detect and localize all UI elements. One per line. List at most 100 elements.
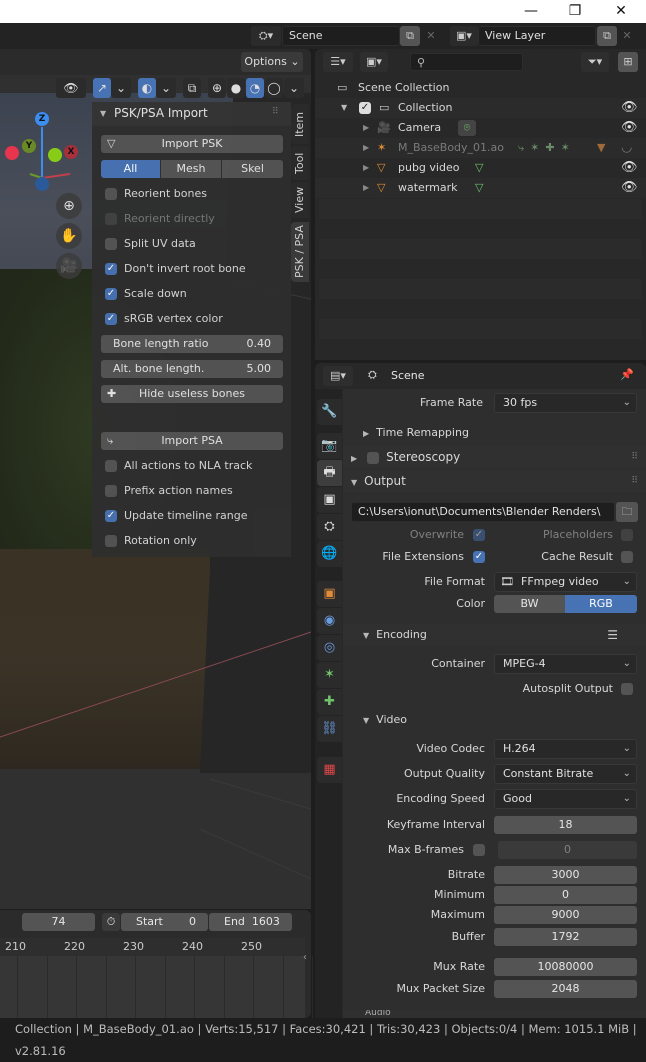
psa-option-row[interactable]: All actions to NLA track (101, 456, 283, 476)
tab-render[interactable]: 📷 (317, 433, 342, 459)
axis-neg-y-button[interactable] (48, 148, 62, 162)
overlay-toggle[interactable]: ◐ (138, 78, 156, 98)
tab-texture[interactable]: ▦ (317, 757, 342, 783)
expand-triangle-icon[interactable]: ▶ (363, 158, 369, 178)
outliner-search-input[interactable]: ⚲ (410, 53, 523, 71)
video-mux_packet-field[interactable]: 2048 (494, 980, 637, 998)
visibility-dropdown[interactable]: 👁 (56, 78, 86, 98)
scene-collection-row[interactable]: ▭ Scene Collection (315, 78, 646, 98)
import-psk-button[interactable]: ▽ Import PSK (101, 135, 283, 153)
stereoscopy-section[interactable]: ▶ Stereoscopy ⠿ (343, 446, 646, 468)
video-bframes-field[interactable]: 0 (498, 841, 637, 859)
delete-view-layer-button[interactable]: ✕ (618, 26, 636, 46)
mesh-data-icon[interactable]: ▽ (475, 158, 483, 178)
eye-icon[interactable]: 👁 (621, 98, 638, 118)
frame-rate-dropdown[interactable]: 30 fps ⌄ (494, 393, 637, 413)
display-mode-dropdown[interactable]: ☰▾ (323, 52, 353, 72)
color-rgb-option[interactable]: RGB (565, 595, 637, 613)
checkbox[interactable] (105, 485, 117, 497)
options-dropdown[interactable]: Options ⌄ (241, 52, 303, 72)
expand-triangle-icon[interactable]: ▶ (363, 138, 369, 158)
overwrite-checkbox[interactable]: ✓ (473, 529, 485, 541)
checkbox[interactable] (105, 238, 117, 250)
zoom-view-button[interactable]: ⊕ (56, 193, 82, 219)
material-shading[interactable]: ◔ (246, 78, 264, 98)
scene-selector-button[interactable]: ⛭▾ (251, 26, 281, 46)
eye-closed-icon[interactable]: ◡ (621, 138, 632, 158)
scene-name-field[interactable]: Scene (282, 26, 400, 46)
bone-length-ratio-field[interactable]: Bone length ratio 0.40 (101, 335, 283, 353)
tab-physics[interactable]: ◎ (317, 635, 342, 661)
camera-view-button[interactable]: 🎥 (56, 253, 82, 279)
eye-icon[interactable]: 👁 (621, 158, 638, 178)
video-quality-dropdown[interactable]: Constant Bitrate ⌄ (494, 764, 637, 784)
browse-folder-button[interactable]: 🗀 (616, 502, 638, 522)
collapse-arrow-icon[interactable]: ‹ (303, 952, 307, 963)
import-psa-button[interactable]: ⤷ Import PSA (101, 432, 283, 450)
eye-icon[interactable]: 👁 (621, 118, 638, 138)
video-bitrate-field[interactable]: 3000 (494, 866, 637, 884)
color-bw-option[interactable]: BW (494, 595, 565, 613)
tab-object-data-armature[interactable]: ✶ (317, 662, 342, 688)
panel-header[interactable]: ▼ PSK/PSA Import ⠿ (92, 102, 291, 126)
psk-option-row[interactable]: Reorient bones (101, 184, 283, 204)
exclude-checkbox[interactable]: ✓ (359, 102, 371, 114)
segment-mesh[interactable]: Mesh (161, 160, 221, 178)
tab-modifiers[interactable]: ◉ (317, 608, 342, 634)
axis-neg-z-button[interactable] (35, 177, 49, 191)
time-remapping-section[interactable]: ▶ Time Remapping (363, 422, 643, 444)
stopwatch-button[interactable]: ⏱ (102, 913, 120, 931)
outliner-item[interactable]: ▶ ▽ watermark ▽ 👁 (315, 178, 646, 198)
psk-option-row[interactable]: Split UV data (101, 234, 283, 254)
segment-all[interactable]: All (101, 160, 160, 178)
stereoscopy-checkbox[interactable] (366, 452, 379, 464)
outliner-item[interactable]: ▶ ▽ pubg video ▽ 👁 (315, 158, 646, 178)
container-dropdown[interactable]: MPEG-4 ⌄ (494, 654, 637, 674)
axis-neg-x-button[interactable] (5, 146, 19, 160)
video-buffer-field[interactable]: 1792 (494, 928, 637, 946)
armature-data-icons[interactable]: ⤷✶✚✶ (518, 138, 576, 158)
view-layer-filter-dropdown[interactable]: ▣▾ (360, 52, 388, 72)
solid-shading[interactable]: ● (227, 78, 245, 98)
close-button[interactable]: ✕ (598, 0, 644, 23)
alt-bone-length-field[interactable]: Alt. bone length. 5.00 (101, 360, 283, 378)
expand-triangle-icon[interactable]: ▶ (363, 118, 369, 138)
start-frame-field[interactable]: Start 0 (121, 913, 208, 931)
hide-useless-bones-button[interactable]: ✚ Hide useless bones (101, 385, 283, 403)
view-layer-name-field[interactable]: View Layer (478, 26, 596, 46)
tab-tool-settings[interactable]: 🔧 (317, 399, 342, 425)
current-frame-field[interactable]: 74 (22, 913, 95, 931)
pan-view-button[interactable]: ✋ (56, 223, 82, 249)
max-bframes-checkbox[interactable] (473, 844, 485, 856)
checkbox[interactable] (105, 213, 117, 225)
tab-output[interactable]: 🖶 (317, 460, 342, 486)
autosplit-checkbox[interactable] (621, 683, 633, 695)
collapse-triangle-icon[interactable]: ▼ (341, 98, 347, 118)
tab-view[interactable]: View (291, 182, 309, 218)
gizmo-toggle[interactable]: ↗ (93, 78, 111, 98)
gizmo-dropdown[interactable]: ⌄ (111, 78, 131, 98)
outliner-item[interactable]: ▶ ✶ M_BaseBody_01.ao ⤷✶✚✶ ▼ ◡ (315, 138, 646, 158)
psa-option-row[interactable]: ✓ Update timeline range (101, 506, 283, 526)
overlay-dropdown[interactable]: ⌄ (156, 78, 176, 98)
timeline-body[interactable] (0, 956, 313, 1018)
view-layer-selector-button[interactable]: ▣▾ (450, 26, 478, 46)
checkbox[interactable]: ✓ (105, 263, 117, 275)
output-section[interactable]: ▼ Output ⠿ (343, 470, 646, 492)
minimize-button[interactable]: — (508, 0, 554, 23)
checkbox[interactable]: ✓ (105, 510, 117, 522)
rendered-shading[interactable]: ◯ (265, 78, 283, 98)
checkbox[interactable] (105, 460, 117, 472)
file-format-dropdown[interactable]: 🎞 FFmpeg video ⌄ (494, 572, 637, 592)
psk-option-row[interactable]: ✓ Don't invert root bone (101, 259, 283, 279)
video-keyframe-field[interactable]: 18 (494, 816, 637, 834)
axis-z-button[interactable]: Z (35, 112, 49, 126)
expand-triangle-icon[interactable]: ▶ (363, 178, 369, 198)
tab-view-layer[interactable]: ▣ (317, 487, 342, 513)
video-maximum-field[interactable]: 9000 (494, 906, 637, 924)
tab-item[interactable]: Item (291, 104, 309, 144)
tab-psk-psa[interactable]: PSK / PSA (291, 222, 309, 282)
cache-result-checkbox[interactable] (621, 551, 633, 563)
checkbox[interactable] (105, 535, 117, 547)
placeholders-checkbox[interactable] (621, 529, 633, 541)
